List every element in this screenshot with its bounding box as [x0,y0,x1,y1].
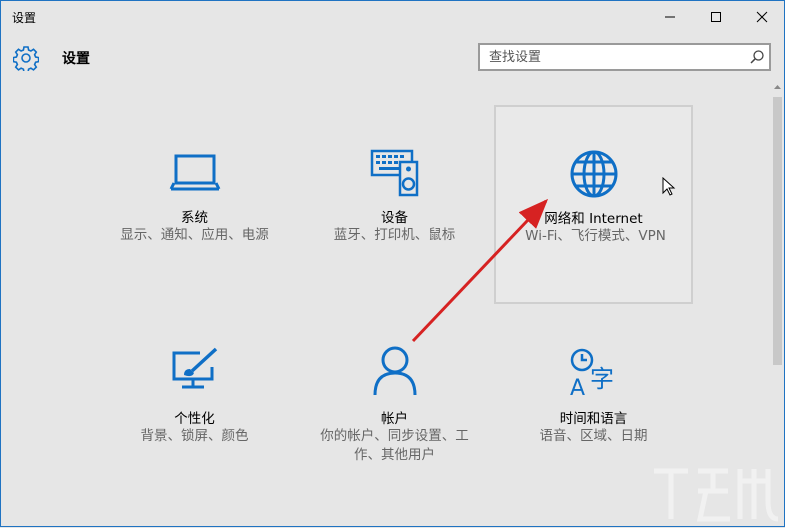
tile-network-label: 网络和 Internet [544,211,643,227]
tile-personalization-desc: 背景、锁屏、颜色 [140,428,249,444]
paint-monitor-icon [172,347,217,389]
gear-icon [13,46,39,71]
minimize-icon [665,16,675,18]
tile-time-language-label: 时间和语言 [559,411,628,427]
settings-header: 设置 [1,33,784,83]
globe-icon [570,150,617,198]
tile-accounts-desc: 你的帐户、同步设置、工作、其他用户 [320,428,469,463]
laptop-icon [169,154,220,191]
scroll-up-arrow-icon[interactable] [773,83,782,91]
tile-personalization[interactable]: 个性化 背景、锁屏、颜色 [95,307,294,506]
mouse-cursor-icon [662,177,676,196]
tile-devices-desc: 蓝牙、打印机、鼠标 [333,227,456,243]
tile-network-desc: Wi-Fi、飞行模式、VPN [525,228,666,244]
tile-system[interactable]: 系统 显示、通知、应用、电源 [95,106,294,305]
search-box[interactable] [478,43,771,71]
tile-devices[interactable]: 设备 蓝牙、打印机、鼠标 [295,106,494,305]
maximize-button[interactable] [693,1,739,33]
tile-accounts[interactable]: 帐户 你的帐户、同步设置、工作、其他用户 [295,307,494,506]
clock-language-icon: A 字 [570,348,614,397]
watermark-logo [654,468,779,522]
maximize-icon [711,12,721,22]
settings-window: 设置 设置 查找设置 系统 显示、通知、应用、电源 设备 蓝牙、打印机、鼠标 网… [0,0,785,527]
tile-personalization-label: 个性化 [174,411,215,427]
svg-text:字: 字 [590,365,614,393]
tile-time-language-desc: 语音、区域、日期 [539,428,648,444]
tile-accounts-label: 帐户 [381,411,408,427]
tile-devices-label: 设备 [381,210,408,226]
title-bar[interactable]: 设置 [1,1,784,33]
page-title: 设置 [62,51,90,67]
tile-system-label: 系统 [181,210,208,226]
svg-text:A: A [570,376,585,397]
close-icon [756,11,768,23]
person-icon [373,346,416,396]
window-title: 设置 [12,11,37,25]
tile-network-internet[interactable]: 网络和 Internet Wi-Fi、飞行模式、VPN [494,105,693,304]
tile-system-desc: 显示、通知、应用、电源 [120,227,269,243]
keyboard-speaker-icon [370,149,418,197]
close-button[interactable] [739,1,785,33]
search-icon[interactable] [749,49,765,65]
minimize-button[interactable] [647,1,693,33]
search-input[interactable] [480,45,739,69]
scroll-thumb[interactable] [773,97,782,365]
